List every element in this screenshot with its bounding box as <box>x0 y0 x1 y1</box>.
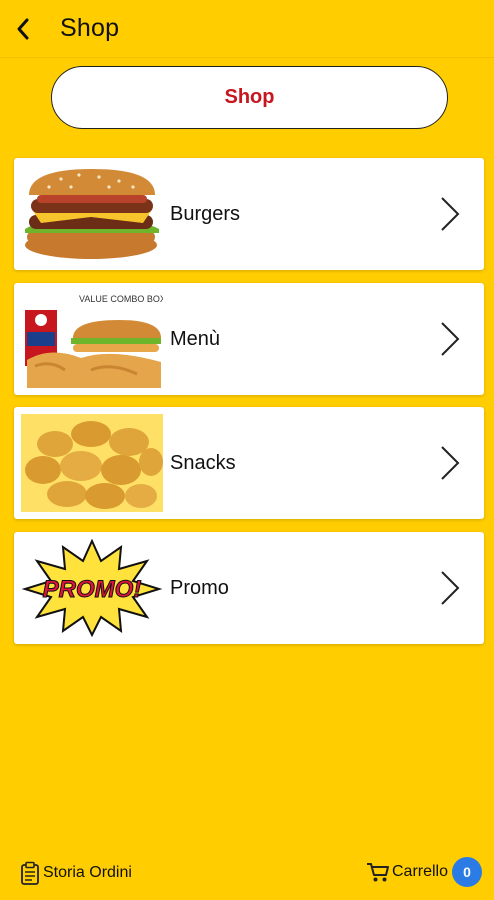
app-bar: Shop <box>0 0 494 58</box>
category-card-snacks[interactable]: Snacks <box>14 407 484 519</box>
cart-icon <box>366 863 389 882</box>
burger-image <box>21 165 163 263</box>
category-label: Menù <box>170 327 221 350</box>
category-label: Promo <box>170 576 229 599</box>
combo-menu-image: VALUE COMBO BOX <box>21 290 163 388</box>
category-label: Burgers <box>170 202 241 225</box>
promo-burst-image: PROMO! <box>21 539 163 637</box>
cart-count-badge: 0 <box>452 857 482 887</box>
category-card-promo[interactable]: PROMO! Promo <box>14 532 484 644</box>
category-label: Snacks <box>170 451 236 474</box>
chevron-right-icon <box>441 571 460 605</box>
shop-button[interactable]: Shop <box>51 66 448 129</box>
cart-button[interactable]: Carrello 0 <box>366 854 482 890</box>
page-title: Shop <box>60 14 120 42</box>
combo-box-text: VALUE COMBO BOX <box>79 294 163 304</box>
clipboard-icon <box>21 861 39 885</box>
order-history-button[interactable]: Storia Ordini <box>20 858 132 888</box>
category-card-burgers[interactable]: Burgers <box>14 158 484 270</box>
chevron-left-icon <box>17 18 29 39</box>
cart-label: Carrello <box>391 863 448 880</box>
chevron-right-icon <box>441 197 460 231</box>
order-history-label: Storia Ordini <box>43 864 132 881</box>
category-card-menu[interactable]: VALUE COMBO BOX Menù <box>14 283 484 395</box>
chicken-nuggets-image <box>21 414 163 512</box>
chevron-right-icon <box>441 446 460 480</box>
chevron-right-icon <box>441 322 460 356</box>
bottom-bar: Storia Ordini Carrello 0 <box>0 848 494 900</box>
back-button[interactable] <box>4 0 42 58</box>
promo-burst-text: PROMO! <box>43 576 142 603</box>
